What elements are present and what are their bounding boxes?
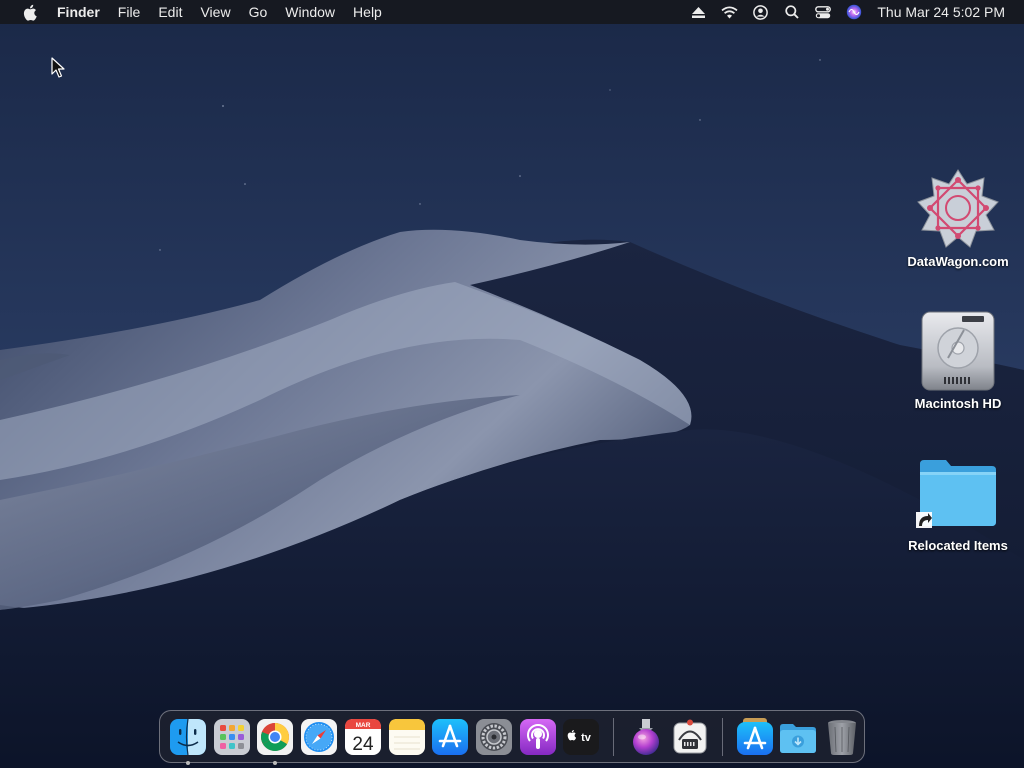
dock-downloads[interactable] [777, 715, 821, 759]
menu-app-finder[interactable]: Finder [50, 0, 109, 24]
search-icon[interactable] [776, 0, 807, 24]
desktop-icon-label: DataWagon.com [907, 254, 1009, 269]
menu-bar-clock[interactable]: Thu Mar 24 5:02 PM [869, 4, 1024, 20]
chrome-icon [257, 718, 294, 755]
menu-window[interactable]: Window [276, 0, 344, 24]
safari-icon [301, 718, 338, 755]
dock-chrome[interactable] [253, 715, 297, 765]
user-icon[interactable] [745, 0, 776, 24]
desktop-icon-label: Relocated Items [908, 538, 1008, 553]
dock: MAR 24 tv [159, 710, 865, 765]
desktop-icon-datawagon[interactable]: DataWagon.com [899, 166, 1017, 269]
dock-installer[interactable] [624, 715, 668, 759]
calendar-day: 24 [352, 734, 374, 755]
dock-safari[interactable] [297, 715, 341, 759]
desktop-wallpaper [0, 0, 1024, 768]
apple-tv-icon: tv [563, 718, 600, 755]
mouse-cursor-icon [51, 57, 65, 78]
dock-system-preferences[interactable] [472, 715, 516, 759]
podcasts-icon [519, 718, 556, 755]
dock-separator [721, 717, 723, 756]
dock-apple-tv[interactable]: tv [560, 715, 604, 759]
dock-network-utility[interactable] [668, 715, 712, 759]
desktop-icon-label: Macintosh HD [914, 396, 1002, 411]
apple-logo-icon[interactable] [20, 3, 38, 21]
hard-drive-icon [916, 308, 1000, 392]
calendar-icon: MAR 24 [344, 718, 381, 755]
control-center-icon[interactable] [807, 0, 838, 24]
calendar-month: MAR [355, 721, 370, 728]
dock-trash[interactable] [820, 715, 864, 759]
desktop-icon-macintosh-hd[interactable]: Macintosh HD [899, 308, 1017, 411]
tv-label: tv [582, 732, 593, 744]
siri-icon[interactable] [838, 0, 869, 24]
menu-file[interactable]: File [109, 0, 150, 24]
network-utility-icon [673, 719, 707, 753]
dock-launchpad[interactable] [210, 715, 254, 759]
dock-applications-stack[interactable] [733, 715, 777, 759]
notes-icon [388, 718, 425, 755]
dock-calendar[interactable]: MAR 24 [341, 715, 385, 759]
app-store-icon [432, 718, 469, 755]
installer-icon [633, 718, 660, 755]
applications-stack-icon [736, 717, 773, 755]
launchpad-icon [213, 718, 250, 755]
dock-notes[interactable] [385, 715, 429, 759]
downloads-folder-icon [780, 723, 817, 753]
system-preferences-icon [476, 718, 512, 755]
dock-separator [613, 717, 615, 756]
datawagon-logo-icon [916, 166, 1000, 250]
menu-bar: Finder File Edit View Go Window Help Thu… [0, 0, 1024, 24]
finder-icon [169, 718, 206, 755]
menu-go[interactable]: Go [240, 0, 277, 24]
eject-icon[interactable] [683, 0, 714, 24]
menu-edit[interactable]: Edit [149, 0, 191, 24]
folder-alias-icon [916, 450, 1000, 534]
wifi-icon[interactable] [714, 0, 745, 24]
menu-view[interactable]: View [191, 0, 239, 24]
dock-finder[interactable] [166, 715, 210, 765]
desktop-icon-relocated-items[interactable]: Relocated Items [899, 450, 1017, 553]
trash-icon [828, 719, 857, 755]
menu-help[interactable]: Help [344, 0, 391, 24]
dock-app-store[interactable] [428, 715, 472, 759]
dock-podcasts[interactable] [516, 715, 560, 759]
running-indicator [186, 760, 190, 765]
